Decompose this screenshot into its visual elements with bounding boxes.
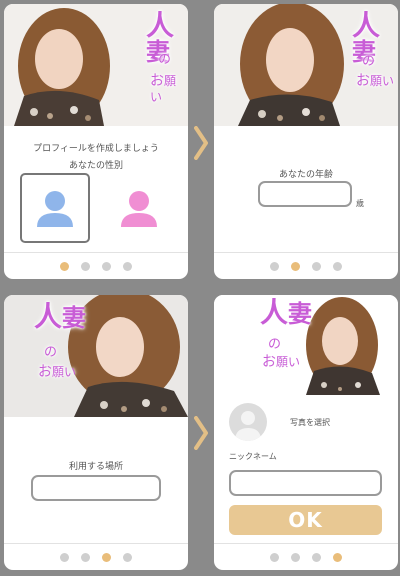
page-dot-4[interactable]	[333, 262, 342, 271]
page-dot-3[interactable]	[102, 553, 111, 562]
location-input[interactable]	[31, 475, 161, 501]
brand-logo-sub2: お願い	[356, 73, 395, 89]
brand-logo-sub: の	[268, 337, 282, 352]
hero-photo	[4, 295, 188, 417]
page-dot-3[interactable]	[102, 262, 111, 271]
select-photo-link[interactable]: 写真を選択	[290, 417, 330, 428]
brand-logo-sub: の	[155, 52, 170, 65]
step-card-location: 人妻 の お願い 利用する場所	[4, 295, 188, 570]
brand-logo-sub2: お願い	[38, 364, 77, 380]
divider	[4, 252, 188, 253]
page-dot-2[interactable]	[291, 262, 300, 271]
avatar-placeholder-icon	[235, 411, 261, 441]
chevron-right-icon	[194, 416, 208, 450]
page-dot-4[interactable]	[123, 262, 132, 271]
page-dot-3[interactable]	[312, 262, 321, 271]
age-suffix: 歳	[356, 199, 364, 208]
step-title: プロフィールを作成しましょう	[33, 144, 159, 154]
chevron-right-icon	[194, 126, 208, 160]
gender-male-option[interactable]	[20, 173, 90, 243]
avatar-placeholder[interactable]	[229, 403, 267, 441]
pagination-dots	[4, 262, 188, 271]
age-label: あなたの年齢	[278, 170, 333, 180]
page-dot-1[interactable]	[60, 553, 69, 562]
pagination-dots	[214, 553, 398, 562]
page-dot-2[interactable]	[291, 553, 300, 562]
male-user-icon	[37, 191, 73, 227]
nickname-label: ニックネーム	[229, 452, 277, 461]
divider	[214, 543, 398, 544]
brand-logo: 人妻	[34, 300, 87, 333]
page-dot-3[interactable]	[312, 553, 321, 562]
page-dot-1[interactable]	[270, 553, 279, 562]
pagination-dots	[214, 262, 398, 271]
step-card-gender: 人妻 の お願い プロフィールを作成しましょう あなたの性別	[4, 4, 188, 279]
page-dot-1[interactable]	[270, 262, 279, 271]
page-dot-4[interactable]	[123, 553, 132, 562]
pagination-dots	[4, 553, 188, 562]
brand-logo: 人妻	[260, 296, 313, 329]
age-input[interactable]	[258, 181, 352, 207]
brand-logo-sub: の	[44, 345, 58, 360]
page-dot-4[interactable]	[333, 553, 342, 562]
brand-logo-sub2: お願い	[262, 354, 301, 370]
ok-button[interactable]: OK	[229, 505, 382, 535]
divider	[4, 543, 188, 544]
nickname-input[interactable]	[229, 470, 382, 496]
page-dot-2[interactable]	[81, 262, 90, 271]
gender-label: あなたの性別	[68, 161, 123, 171]
brand-logo-sub: の	[362, 54, 376, 69]
female-user-icon	[121, 191, 157, 227]
gender-female-option[interactable]	[104, 173, 174, 243]
location-label: 利用する場所	[68, 462, 123, 472]
page-dot-1[interactable]	[60, 262, 69, 271]
page-dot-2[interactable]	[81, 553, 90, 562]
brand-logo-sub2: お願い	[150, 73, 177, 104]
step-card-profile: 人妻 の お願い 写真を選択 ニックネーム OK	[214, 295, 398, 570]
step-card-age: 人妻 の お願い あなたの年齢 歳	[214, 4, 398, 279]
divider	[214, 252, 398, 253]
